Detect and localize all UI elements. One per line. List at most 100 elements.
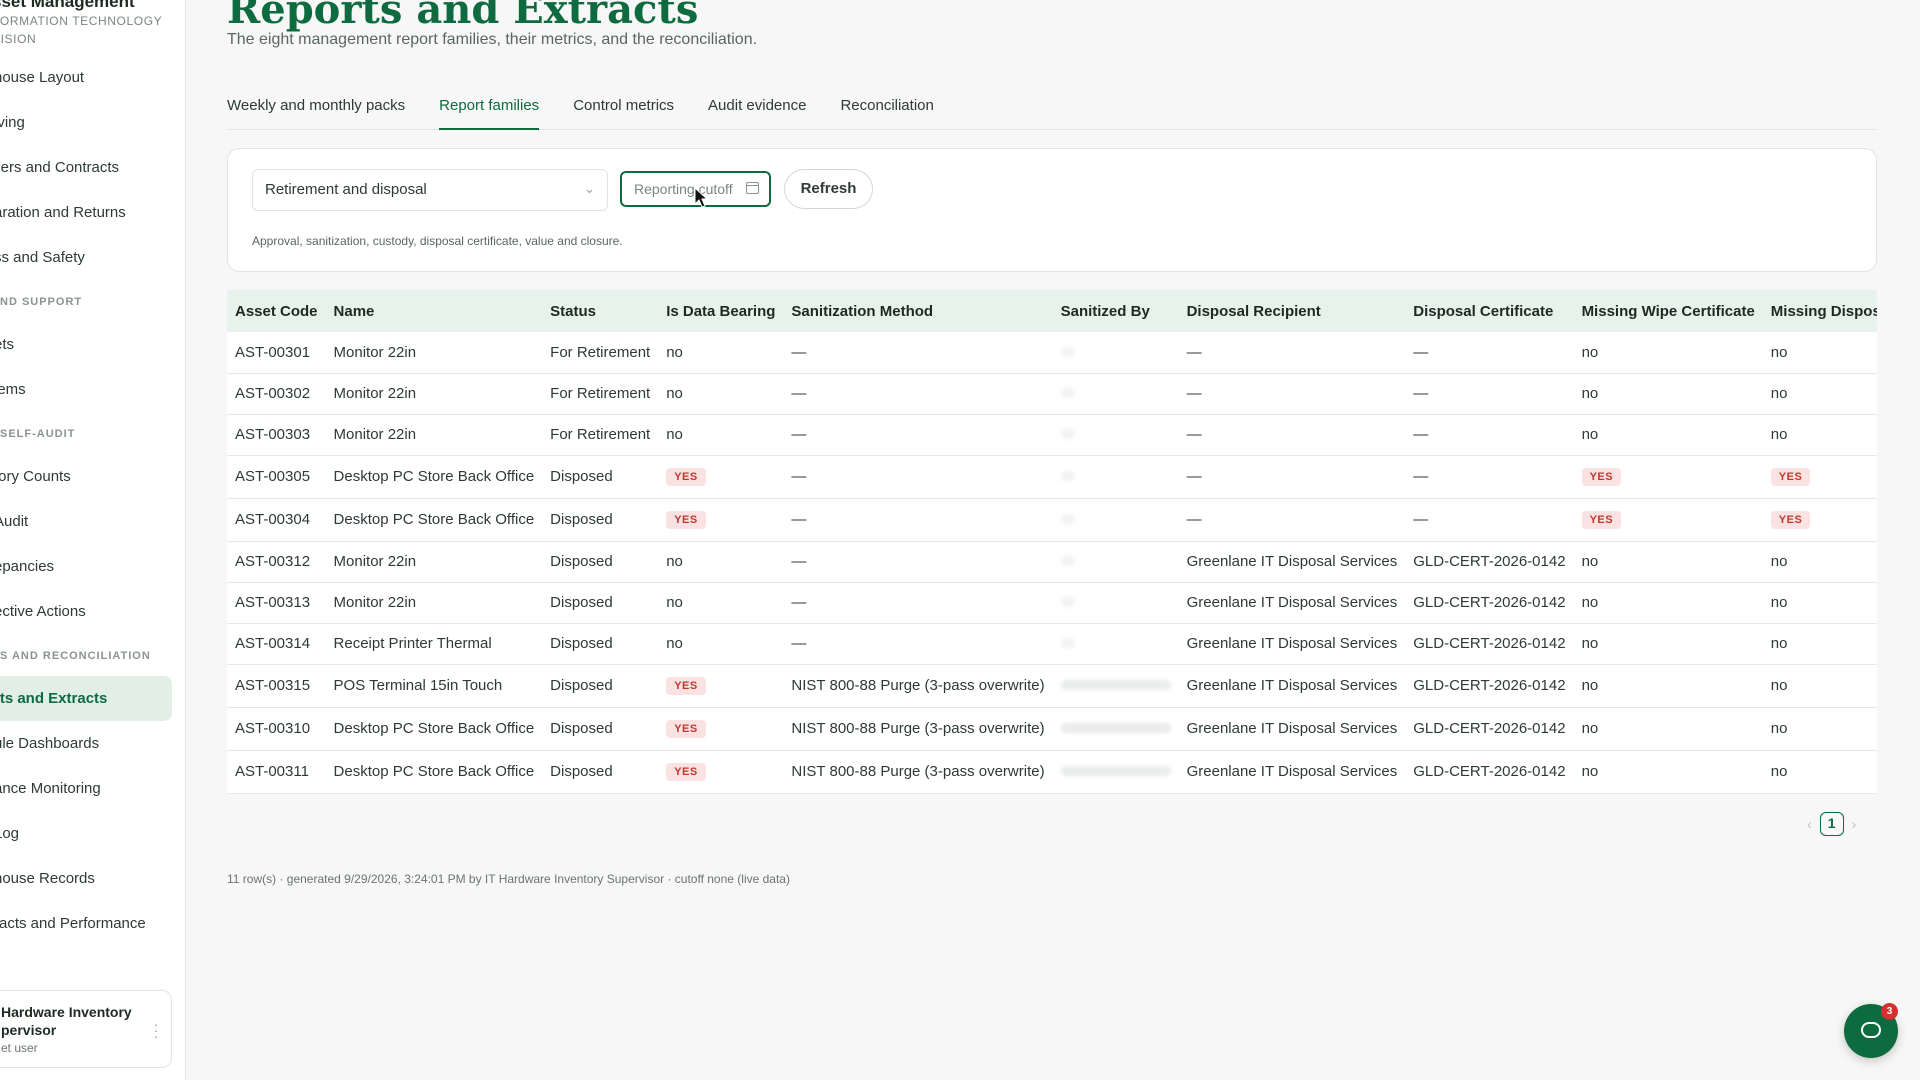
more-options-icon[interactable]: · · ·	[153, 1017, 159, 1043]
sidebar-item[interactable]: rts and Extracts	[0, 676, 172, 721]
tab-reconciliation[interactable]: Reconciliation	[840, 88, 933, 130]
table-cell: no	[1762, 582, 1877, 624]
table-cell: Disposed	[542, 455, 659, 499]
table-cell	[1052, 373, 1179, 415]
reporting-cutoff-placeholder: Reporting cutoff	[634, 181, 733, 197]
report-table-container[interactable]: Asset Code Name Status Is Data Bearing Sanit…	[227, 290, 1877, 794]
sidebar-item[interactable]: aration and Returns	[0, 190, 185, 235]
table-cell: no	[1573, 332, 1763, 374]
column-header[interactable]: Missing Disposal Certifica	[1762, 290, 1877, 332]
table-row[interactable]: AST-00303 Monitor 22in For Retirement no — — —…	[227, 414, 1877, 456]
table-cell	[1052, 664, 1179, 708]
sidebar-item[interactable]: ss and Safety	[0, 235, 185, 280]
report-table: Asset Code Name Status Is Data Bearing Sanit…	[227, 290, 1877, 794]
tab-weekly-and-monthly-packs[interactable]: Weekly and monthly packs	[227, 88, 405, 130]
table-cell: YES	[1573, 498, 1763, 542]
sidebar-item[interactable]: liers and Contracts	[0, 145, 185, 190]
user-card[interactable]: Hardware Inventory pervisor et user · · ·	[0, 990, 172, 1068]
table-cell: YES	[658, 455, 784, 499]
yes-flag-badge: YES	[666, 763, 706, 781]
table-cell: Disposed	[542, 623, 659, 665]
table-cell: —	[783, 414, 1053, 456]
user-name-line-1: Hardware Inventory	[1, 1004, 132, 1020]
table-cell: —	[1405, 332, 1574, 374]
sidebar-item[interactable]: ance Monitoring	[0, 766, 185, 811]
table-cell: AST-00302	[227, 373, 326, 415]
refresh-button[interactable]: Refresh	[784, 169, 873, 209]
table-row[interactable]: AST-00305 Desktop PC Store Back Office Dis…	[227, 455, 1877, 499]
chevron-down-icon: ⌄	[584, 181, 595, 196]
table-cell	[1052, 498, 1179, 542]
table-row[interactable]: AST-00302 Monitor 22in For Retirement no — — —…	[227, 373, 1877, 415]
column-header[interactable]: Asset Code	[227, 290, 326, 332]
table-cell: GLD-CERT-2026-0142	[1405, 541, 1574, 583]
report-family-select[interactable]: Retirement and disposal ⌄	[252, 169, 608, 211]
chevron-right-icon[interactable]: ›	[1852, 816, 1857, 832]
table-cell: Monitor 22in	[325, 541, 543, 583]
table-cell: YES	[658, 664, 784, 708]
table-body: AST-00301 Monitor 22in For Retirement no — — —…	[227, 332, 1877, 794]
table-row[interactable]: AST-00311 Desktop PC Store Back Office Dis…	[227, 750, 1877, 794]
sidebar-item[interactable]: epancies	[0, 544, 185, 589]
sidebar-item[interactable]: ule Dashboards	[0, 721, 185, 766]
redacted-sanitized-by	[1060, 514, 1075, 524]
table-cell: AST-00304	[227, 498, 326, 542]
table-cell: no	[658, 373, 784, 415]
table-cell: AST-00310	[227, 707, 326, 751]
sidebar-item[interactable]: iving	[0, 100, 185, 145]
table-cell: Disposed	[542, 498, 659, 542]
sidebar-item[interactable]: Audit	[0, 499, 185, 544]
user-name-line-2: pervisor	[1, 1022, 57, 1038]
page-subtitle: The eight management report families, th…	[227, 31, 758, 48]
table-row[interactable]: AST-00313 Monitor 22in Disposed no — Greenlan…	[227, 582, 1877, 624]
column-header[interactable]: Sanitized By	[1052, 290, 1179, 332]
table-cell: no	[1762, 332, 1877, 374]
table-cell: no	[1573, 373, 1763, 415]
table-cell: —	[1178, 332, 1406, 374]
column-header[interactable]: Missing Wipe Certificate	[1573, 290, 1763, 332]
sidebar-item[interactable]: house Records	[0, 856, 185, 901]
chevron-left-icon[interactable]: ‹	[1807, 816, 1812, 832]
table-cell: no	[1762, 541, 1877, 583]
table-row[interactable]: AST-00312 Monitor 22in Disposed no — Greenlan…	[227, 541, 1877, 583]
sidebar-item[interactable]: ets	[0, 322, 185, 367]
pagination: ‹ 1 ›	[1807, 812, 1856, 836]
table-cell: —	[1178, 455, 1406, 499]
table-cell: Greenlane IT Disposal Services	[1178, 623, 1406, 665]
column-header[interactable]: Disposal Recipient	[1178, 290, 1406, 332]
sidebar-section-label: S AND RECONCILIATION	[0, 650, 151, 662]
table-cell: —	[783, 455, 1053, 499]
yes-flag-badge: YES	[1770, 468, 1811, 486]
sidebar-section-label: SELF-AUDIT	[0, 428, 76, 440]
column-header[interactable]: Status	[542, 290, 659, 332]
table-row[interactable]: AST-00315 POS Terminal 15in Touch Disposed…	[227, 664, 1877, 708]
table-cell: —	[1405, 498, 1574, 542]
tab-audit-evidence[interactable]: Audit evidence	[708, 88, 806, 130]
table-row[interactable]: AST-00301 Monitor 22in For Retirement no — — —…	[227, 332, 1877, 374]
page-number-button[interactable]: 1	[1819, 812, 1844, 836]
table-row[interactable]: AST-00310 Desktop PC Store Back Office Dis…	[227, 707, 1877, 751]
yes-flag-badge: YES	[1581, 511, 1622, 529]
sidebar-item[interactable]: Log	[0, 811, 185, 856]
brand-title: sset Management	[0, 0, 135, 11]
column-header[interactable]: Disposal Certificate	[1405, 290, 1574, 332]
chat-bubble-icon	[1861, 1022, 1881, 1038]
sidebar-item[interactable]: tory Counts	[0, 454, 185, 499]
report-family-description: Approval, sanitization, custody, disposa…	[252, 234, 623, 248]
table-cell: —	[1405, 455, 1574, 499]
chat-notification-badge: 3	[1881, 1003, 1898, 1020]
sidebar-item[interactable]: house Layout	[0, 55, 185, 100]
sidebar-item[interactable]: ective Actions	[0, 589, 185, 634]
tab-report-families[interactable]: Report families	[439, 88, 540, 130]
column-header[interactable]: Name	[325, 290, 543, 332]
table-row[interactable]: AST-00304 Desktop PC Store Back Office Dis…	[227, 498, 1877, 542]
tab-control-metrics[interactable]: Control metrics	[573, 88, 674, 130]
column-header[interactable]: Is Data Bearing	[658, 290, 784, 332]
sidebar-item[interactable]: racts and Performance	[0, 901, 185, 946]
table-row[interactable]: AST-00314 Receipt Printer Thermal Disposed…	[227, 623, 1877, 665]
yes-flag-badge: YES	[1581, 468, 1622, 486]
table-cell	[1052, 750, 1179, 794]
sidebar-item[interactable]: lems	[0, 367, 185, 412]
yes-flag-badge: YES	[666, 720, 706, 738]
column-header[interactable]: Sanitization Method	[783, 290, 1053, 332]
